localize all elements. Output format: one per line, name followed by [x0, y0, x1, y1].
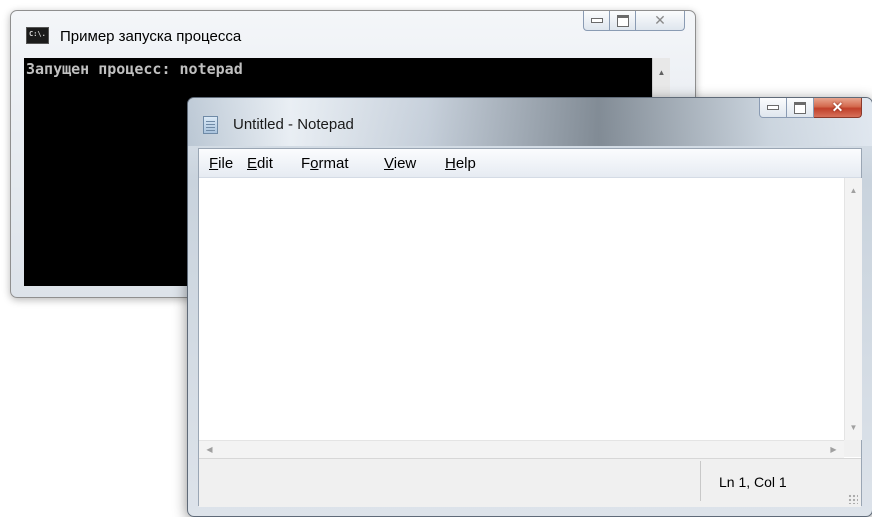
scroll-up-arrow-icon[interactable]: ▲	[845, 182, 862, 199]
menu-label-rest: ile	[218, 155, 234, 172]
menu-accel: E	[247, 155, 258, 172]
menu-accel: F	[209, 155, 219, 172]
resize-grip-icon[interactable]	[848, 494, 858, 504]
notepad-maximize-button[interactable]	[787, 98, 814, 118]
console-minimize-button[interactable]	[583, 11, 610, 31]
vertical-scrollbar[interactable]: ▲ ▼	[844, 178, 862, 440]
menu-label-rest: dit	[257, 155, 273, 172]
menu-format[interactable]: Format	[301, 155, 349, 172]
notepad-caption-buttons: ✕	[759, 98, 862, 118]
console-window-title: Пример запуска процесса	[60, 28, 242, 45]
close-icon: ✕	[654, 12, 666, 28]
console-output-text: Запущен процесс: notepad	[26, 60, 243, 78]
scrollbar-corner	[844, 440, 861, 457]
notepad-titlebar[interactable]: Untitled - Notepad ✕	[188, 98, 872, 146]
minimize-icon	[767, 105, 779, 110]
notepad-minimize-button[interactable]	[759, 98, 787, 118]
console-caption-buttons: ✕	[583, 11, 685, 31]
scroll-up-arrow-icon[interactable]: ▲	[653, 64, 670, 81]
console-maximize-button[interactable]	[610, 11, 636, 31]
maximize-icon	[794, 101, 806, 114]
menu-label-rest: iew	[393, 155, 417, 172]
menu-edit[interactable]: Edit	[247, 155, 273, 172]
console-icon[interactable]: C:\.	[26, 27, 49, 44]
menu-label-pre: F	[301, 155, 311, 172]
menu-label-rest: rmat	[318, 155, 349, 172]
menu-bar: File Edit Format View Help	[199, 149, 861, 178]
menu-label-rest: elp	[455, 155, 476, 172]
menu-accel: H	[445, 155, 456, 172]
minimize-icon	[590, 18, 603, 23]
cursor-position: Ln 1, Col 1	[719, 474, 787, 490]
notepad-window-title: Untitled - Notepad	[233, 116, 354, 133]
console-titlebar[interactable]: C:\. Пример запуска процесса ✕	[11, 11, 695, 57]
notepad-window[interactable]: Untitled - Notepad ✕ File Edit Format Vi…	[187, 97, 872, 517]
menu-accel: V	[384, 155, 394, 172]
menu-accel: o	[310, 155, 319, 172]
scroll-down-arrow-icon[interactable]: ▼	[845, 419, 862, 436]
status-divider	[700, 461, 701, 501]
menu-file[interactable]: File	[209, 155, 233, 172]
console-close-button[interactable]: ✕	[636, 11, 685, 31]
menu-help[interactable]: Help	[445, 155, 476, 172]
scroll-left-arrow-icon[interactable]: ◀	[201, 441, 218, 458]
console-icon-text: C:\.	[29, 30, 46, 38]
notepad-close-button[interactable]: ✕	[814, 98, 862, 118]
close-icon: ✕	[831, 99, 844, 115]
horizontal-scrollbar[interactable]: ◀ ▶	[199, 440, 844, 458]
status-bar: Ln 1, Col 1	[199, 458, 861, 507]
notepad-icon[interactable]	[203, 116, 218, 134]
scroll-right-arrow-icon[interactable]: ▶	[825, 441, 842, 458]
maximize-icon	[616, 14, 629, 27]
notepad-client-area: File Edit Format View Help ▲ ▼ ◀ ▶ Ln 1,…	[198, 148, 862, 507]
menu-view[interactable]: View	[384, 155, 416, 172]
text-edit-area[interactable]	[199, 178, 844, 440]
